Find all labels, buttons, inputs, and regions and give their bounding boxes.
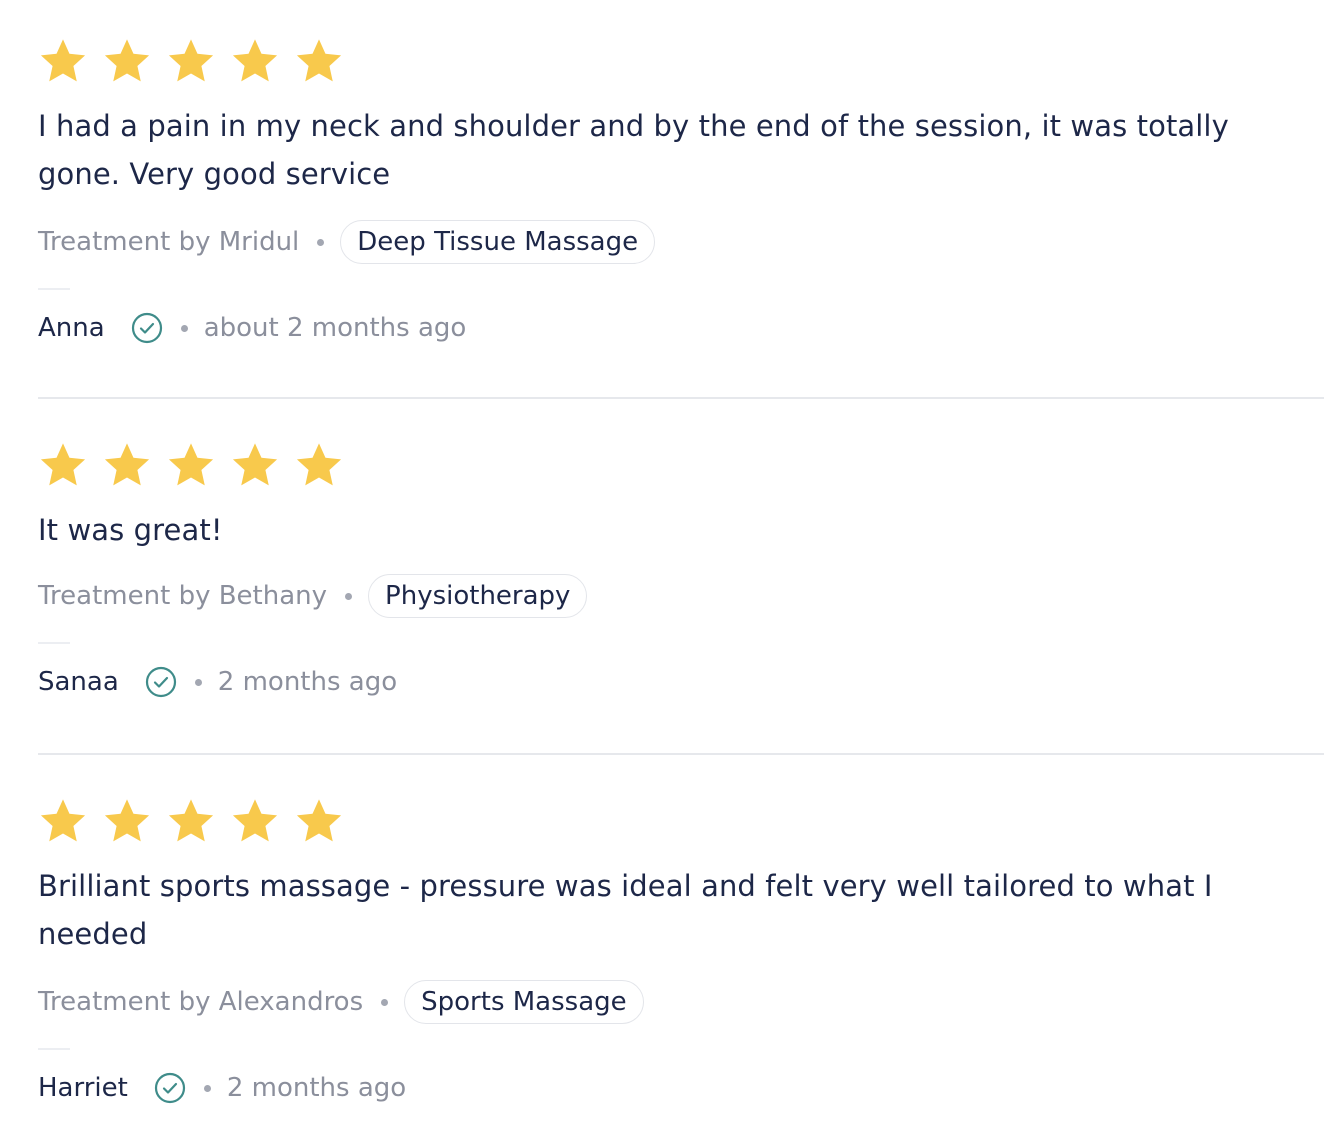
check-circle-icon (131, 312, 163, 344)
treatment-by-label: Treatment by Mridul (38, 227, 300, 257)
reviews-list: I had a pain in my neck and shoulder and… (0, 0, 1324, 1132)
star-icon (294, 796, 344, 846)
star-icon (166, 36, 216, 86)
review-time: about 2 months ago (203, 313, 467, 343)
star-rating (38, 796, 1324, 848)
review-divider (38, 753, 1324, 755)
separator-dot (203, 1084, 211, 1092)
author-name: Sanaa (38, 667, 119, 697)
treatment-info: Treatment by Mridul Deep Tissue Massage (38, 218, 1324, 266)
treatment-info: Treatment by Bethany Physiotherapy (38, 572, 1324, 620)
treatment-tag[interactable]: Sports Massage (404, 980, 644, 1024)
treatment-by-label: Treatment by Alexandros (38, 987, 364, 1017)
check-circle-icon (154, 1072, 186, 1104)
treatment-by-label: Treatment by Bethany (38, 581, 328, 611)
separator-dot (194, 678, 202, 686)
separator-dot (317, 238, 325, 246)
review-text: It was great! (38, 513, 223, 547)
review-divider (38, 397, 1324, 399)
review-card: It was great! Treatment by Bethany Physi… (38, 440, 1324, 702)
review-card: Brilliant sports massage - pressure was … (38, 796, 1324, 1108)
star-icon (102, 796, 152, 846)
treatment-tag[interactable]: Physiotherapy (368, 574, 588, 618)
treatment-tag[interactable]: Deep Tissue Massage (340, 220, 656, 264)
star-icon (230, 440, 280, 490)
short-divider (38, 288, 70, 290)
star-icon (38, 440, 88, 490)
star-icon (38, 36, 88, 86)
star-icon (294, 440, 344, 490)
review-time: 2 months ago (217, 667, 398, 697)
treatment-info: Treatment by Alexandros Sports Massage (38, 978, 1324, 1026)
star-icon (230, 36, 280, 86)
author-name: Anna (38, 313, 105, 343)
star-icon (166, 440, 216, 490)
star-rating (38, 440, 1324, 492)
author-info: Sanaa 2 months ago (38, 662, 1324, 702)
author-info: Anna about 2 months ago (38, 308, 1324, 348)
author-name: Harriet (38, 1073, 128, 1103)
separator-dot (345, 592, 353, 600)
star-icon (166, 796, 216, 846)
separator-dot (381, 998, 389, 1006)
review-text: I had a pain in my neck and shoulder and… (38, 109, 1229, 191)
star-icon (102, 440, 152, 490)
review-time: 2 months ago (226, 1073, 407, 1103)
star-icon (294, 36, 344, 86)
star-rating (38, 36, 1324, 88)
review-text: Brilliant sports massage - pressure was … (38, 869, 1213, 951)
star-icon (230, 796, 280, 846)
short-divider (38, 1048, 70, 1050)
star-icon (102, 36, 152, 86)
star-icon (38, 796, 88, 846)
author-info: Harriet 2 months ago (38, 1068, 1324, 1108)
short-divider (38, 642, 70, 644)
review-card: I had a pain in my neck and shoulder and… (38, 36, 1324, 348)
separator-dot (180, 324, 188, 332)
check-circle-icon (145, 666, 177, 698)
